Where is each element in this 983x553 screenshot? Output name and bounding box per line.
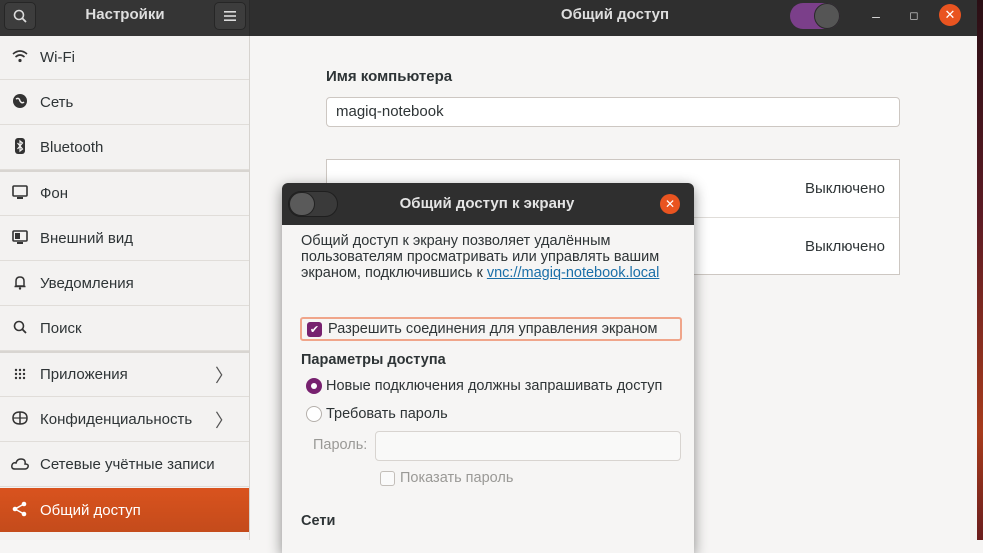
radio-new-connections-label: Новые подключения должны запрашивать дос… [326, 378, 663, 394]
show-password-row[interactable]: Показать пароль [380, 469, 513, 487]
allow-control-checkbox-row[interactable]: ✔ Разрешить соединения для управления эк… [300, 317, 682, 341]
maximize-button[interactable]: ◻ [904, 6, 924, 26]
password-input[interactable] [375, 431, 681, 461]
bell-icon [0, 275, 40, 293]
search-icon [0, 320, 40, 337]
dialog-header: Общий доступ к экрану ✕ [282, 183, 694, 225]
sidebar-item-label: Wi-Fi [40, 49, 75, 66]
sidebar-item-background[interactable]: Фон [0, 172, 249, 216]
switch-knob [289, 192, 315, 216]
sidebar-item-bluetooth[interactable]: Bluetooth [0, 126, 249, 170]
allow-control-label: Разрешить соединения для управления экра… [328, 321, 658, 337]
password-label: Пароль: [313, 437, 368, 453]
page-title: Общий доступ [560, 6, 670, 23]
show-password-label: Показать пароль [400, 470, 514, 486]
checkmark-icon: ✔ [309, 323, 320, 336]
access-options-title: Параметры доступа [301, 352, 446, 368]
sidebar-item-appearance[interactable]: Внешний вид [0, 217, 249, 261]
apps-grid-icon [0, 367, 40, 383]
search-button[interactable] [4, 2, 36, 30]
sidebar-item-online-accounts[interactable]: Сетевые учётные записи [0, 443, 249, 487]
hamburger-menu-icon [224, 11, 236, 21]
sidebar-item-wifi[interactable]: Wi-Fi [0, 36, 249, 80]
sidebar-item-label: Сетевые учётные записи [40, 456, 215, 473]
sidebar-item-notifications[interactable]: Уведомления [0, 262, 249, 306]
content-header: Общий доступ – ◻ ✕ [250, 0, 983, 36]
sidebar-item-search[interactable]: Поиск [0, 307, 249, 351]
computer-name-input[interactable]: magiq-notebook [326, 97, 900, 127]
sidebar-item-label: Общий доступ [40, 501, 141, 519]
sharing-master-switch[interactable] [790, 3, 840, 29]
show-password-checkbox[interactable] [380, 470, 395, 486]
menu-button[interactable] [214, 2, 246, 30]
search-icon [13, 9, 27, 23]
chevron-right-icon: 〉 [215, 365, 233, 386]
computer-name-label: Имя компьютера [326, 68, 453, 85]
screen-sharing-switch[interactable] [288, 191, 338, 217]
sidebar-item-label: Поиск [40, 320, 82, 337]
networks-title: Сети [301, 513, 336, 529]
minimize-button[interactable]: – [866, 6, 886, 26]
network-icon [0, 93, 40, 112]
sidebar-item-label: Конфиденциальность [40, 411, 193, 428]
sidebar-item-label: Уведомления [40, 275, 134, 292]
dialog-description: Общий доступ к экрану позволяет удалённы… [301, 233, 691, 281]
appearance-icon [0, 230, 40, 247]
radio-new-connections[interactable] [306, 378, 322, 394]
dialog-close-button[interactable]: ✕ [660, 194, 680, 214]
privacy-icon [0, 411, 40, 428]
switch-knob [814, 3, 840, 29]
sidebar-item-privacy[interactable]: Конфиденциальность 〉 [0, 398, 249, 442]
dialog-title: Общий доступ к экрану [399, 195, 575, 212]
sidebar-item-label: Приложения [40, 366, 128, 383]
close-icon: ✕ [664, 197, 676, 211]
sidebar-item-label: Сеть [40, 94, 74, 111]
sharing-icon [0, 501, 40, 520]
online-accounts-icon [0, 457, 40, 473]
screen-sharing-dialog: Общий доступ к экрану ✕ Общий доступ к э… [282, 183, 694, 553]
background-icon [0, 185, 40, 202]
chevron-right-icon: 〉 [215, 410, 233, 431]
sidebar-item-label: Фон [40, 185, 69, 202]
wifi-icon [0, 49, 40, 66]
radio-require-password[interactable] [306, 406, 322, 422]
sidebar-item-network[interactable]: Сеть [0, 81, 249, 125]
sidebar-header: Настройки [0, 0, 250, 36]
sidebar-item-applications[interactable]: Приложения 〉 [0, 353, 249, 397]
desktop-background-strip [977, 0, 983, 540]
service-status: Выключено [805, 180, 885, 197]
close-window-button[interactable]: ✕ [939, 4, 961, 26]
allow-control-checkbox[interactable]: ✔ [307, 321, 322, 337]
radio-require-password-row[interactable]: Требовать пароль [306, 404, 448, 424]
sidebar-item-label: Внешний вид [40, 230, 133, 247]
sidebar-item-label: Bluetooth [40, 139, 104, 156]
app-title: Настройки [85, 6, 165, 23]
bluetooth-icon [0, 138, 40, 157]
sidebar: Wi-Fi Сеть Bluetooth Фон Внешний вид Уве… [0, 36, 250, 540]
vnc-link[interactable]: vnc://magiq-notebook.local [487, 265, 660, 281]
service-status: Выключено [805, 238, 885, 255]
sidebar-item-sharing[interactable]: Общий доступ [0, 488, 249, 532]
radio-require-password-label: Требовать пароль [326, 406, 448, 422]
radio-new-connections-row[interactable]: Новые подключения должны запрашивать дос… [306, 376, 662, 396]
